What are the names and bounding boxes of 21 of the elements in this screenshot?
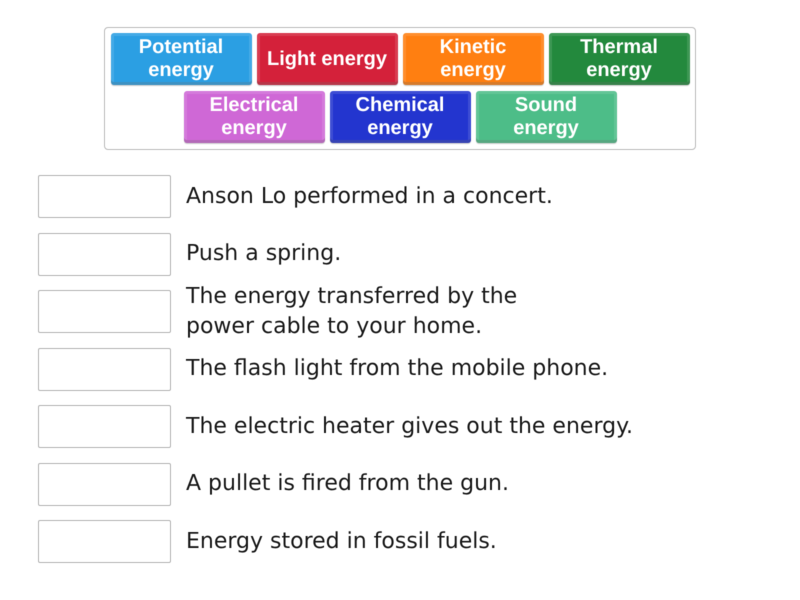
- question-text: Push a spring.: [186, 240, 342, 268]
- question-text: The flash light from the mobile phone.: [186, 355, 608, 383]
- question-text: The electric heater gives out the energy.: [186, 412, 633, 440]
- drop-box[interactable]: [38, 232, 171, 276]
- answer-tile[interactable]: Thermal energy: [548, 33, 690, 85]
- answer-tile[interactable]: Sound energy: [476, 91, 616, 143]
- question-text: Energy stored in fossil fuels.: [186, 528, 497, 556]
- drop-box[interactable]: [38, 175, 171, 218]
- drop-box[interactable]: [38, 348, 171, 390]
- drop-box[interactable]: [38, 462, 171, 506]
- drop-box[interactable]: [38, 290, 171, 333]
- answer-tile[interactable]: Potential energy: [110, 33, 252, 85]
- drop-box[interactable]: [38, 405, 171, 448]
- drop-box[interactable]: [38, 520, 171, 563]
- question-text: Anson Lo performed in a concert.: [186, 182, 553, 210]
- answer-tile[interactable]: Chemical energy: [330, 91, 470, 143]
- question-text: A pullet is fired from the gun.: [186, 470, 509, 498]
- answer-tile[interactable]: Electrical energy: [184, 91, 324, 143]
- answer-tile[interactable]: Light energy: [256, 33, 398, 85]
- question-text: The energy transferred by the power cable to your home.: [186, 282, 518, 340]
- answer-tile[interactable]: Kinetic energy: [402, 33, 544, 85]
